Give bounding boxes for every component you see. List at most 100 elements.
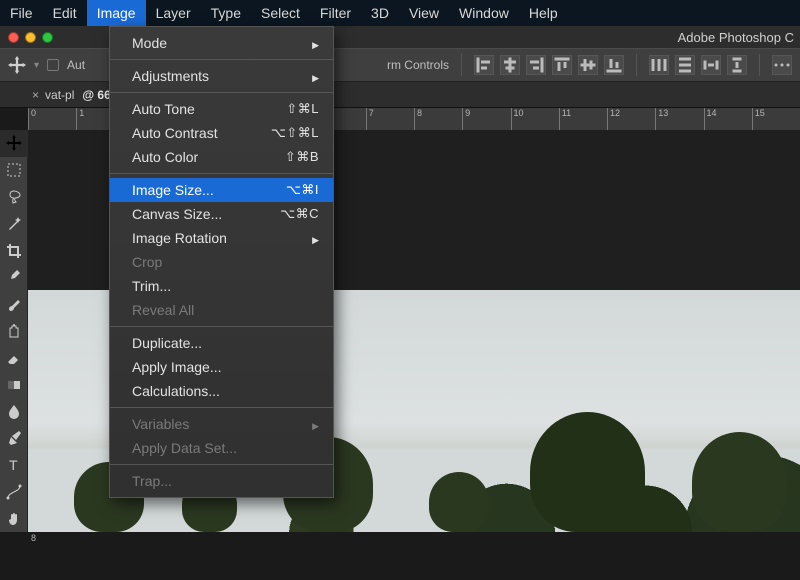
menuitem-label: Mode [132,35,167,51]
menu-separator [110,59,333,60]
menuitem-apply-data-set: Apply Data Set... [110,436,333,460]
svg-text:T: T [9,457,18,473]
menuitem-auto-color[interactable]: Auto Color⇧⌘B [110,145,333,169]
minimize-window-button[interactable] [25,32,36,43]
menu-separator [110,92,333,93]
menu-separator [110,326,333,327]
align-left-icon[interactable] [474,55,494,75]
menuitem-auto-tone[interactable]: Auto Tone⇧⌘L [110,97,333,121]
eyedropper-icon [6,269,22,285]
clone-tool[interactable] [0,318,28,345]
menuitem-shortcut: ⌥⌘I [286,182,319,198]
menuitem-shortcut: ⇧⌘B [285,149,319,165]
path-tool[interactable] [0,478,28,505]
document-tab-name[interactable]: vat-pl [45,88,74,102]
image-menu-dropdown: ModeAdjustmentsAuto Tone⇧⌘LAuto Contrast… [109,26,334,498]
brush-tool[interactable] [0,291,28,318]
menu-image[interactable]: Image [87,0,146,26]
submenu-arrow-icon [312,416,319,432]
move-tool[interactable] [0,130,28,157]
blur-tool[interactable] [0,398,28,425]
ruler-tick: 15 [752,108,800,130]
lasso-icon [6,189,22,205]
close-window-button[interactable] [8,32,19,43]
menuitem-image-rotation[interactable]: Image Rotation [110,226,333,250]
ruler-tick: 9 [462,108,510,130]
marquee-tool[interactable] [0,157,28,184]
app-title: Adobe Photoshop C [678,30,794,45]
menu-file[interactable]: File [0,0,43,26]
gradient-tool[interactable] [0,371,28,398]
menuitem-label: Reveal All [132,302,194,318]
menu-filter[interactable]: Filter [310,0,361,26]
menuitem-label: Canvas Size... [132,206,222,222]
distribute-v-icon[interactable] [675,55,695,75]
eyedropper-tool[interactable] [0,264,28,291]
align-bottom-icon[interactable] [604,55,624,75]
align-center-v-icon[interactable] [578,55,598,75]
distribute-controls [649,55,747,75]
auto-select-checkbox[interactable] [47,59,59,71]
zoom-window-button[interactable] [42,32,53,43]
menuitem-shortcut: ⌥⇧⌘L [271,125,319,141]
submenu-arrow-icon [312,35,319,51]
ruler-tick: 8 [414,108,462,130]
toolbox: T [0,130,28,532]
menuitem-trap: Trap... [110,469,333,493]
align-center-h-icon[interactable] [500,55,520,75]
submenu-arrow-icon [312,68,319,84]
menuitem-trim[interactable]: Trim... [110,274,333,298]
separator [759,54,760,76]
menuitem-mode[interactable]: Mode [110,31,333,55]
menu-view[interactable]: View [399,0,449,26]
menuitem-label: Auto Contrast [132,125,218,141]
move-tool-icon[interactable] [8,56,26,74]
transform-controls-label: rm Controls [387,58,449,72]
menu-edit[interactable]: Edit [43,0,87,26]
distribute-h-icon[interactable] [649,55,669,75]
menuitem-image-size[interactable]: Image Size...⌥⌘I [110,178,333,202]
menuitem-label: Auto Tone [132,101,195,117]
menuitem-duplicate[interactable]: Duplicate... [110,331,333,355]
hand-icon [6,511,22,527]
tool-preset-chevron-icon[interactable]: ▾ [34,60,39,71]
menu-help[interactable]: Help [519,0,568,26]
menuitem-auto-contrast[interactable]: Auto Contrast ⌥⇧⌘L [110,121,333,145]
menu-layer[interactable]: Layer [146,0,201,26]
align-right-icon[interactable] [526,55,546,75]
menu-select[interactable]: Select [251,0,310,26]
ruler-tick: 8 [28,530,50,580]
menu-separator [110,173,333,174]
menuitem-shortcut: ⌥⌘C [280,206,319,222]
close-tab-icon[interactable]: × [32,88,39,102]
eraser-icon [6,350,22,366]
brush-icon [6,296,22,312]
marquee-icon [6,162,22,178]
menuitem-calculations[interactable]: Calculations... [110,379,333,403]
window-controls [8,32,53,43]
clone-icon [6,323,22,339]
hand-tool[interactable] [0,505,28,532]
type-tool[interactable]: T [0,452,28,479]
crop-icon [6,243,22,259]
type-icon: T [6,457,22,473]
menuitem-adjustments[interactable]: Adjustments [110,64,333,88]
pen-tool[interactable] [0,425,28,452]
distribute-spacing-v-icon[interactable] [727,55,747,75]
lasso-tool[interactable] [0,184,28,211]
menuitem-apply-image[interactable]: Apply Image... [110,355,333,379]
menuitem-label: Calculations... [132,383,220,399]
align-top-icon[interactable] [552,55,572,75]
menu-separator [110,407,333,408]
wand-icon [6,216,22,232]
menuitem-canvas-size[interactable]: Canvas Size... ⌥⌘C [110,202,333,226]
ruler-tick: 12 [607,108,655,130]
more-options-icon[interactable] [772,55,792,75]
crop-tool[interactable] [0,237,28,264]
distribute-spacing-h-icon[interactable] [701,55,721,75]
menu-3d[interactable]: 3D [361,0,399,26]
menu-window[interactable]: Window [449,0,519,26]
eraser-tool[interactable] [0,344,28,371]
menu-type[interactable]: Type [201,0,251,26]
wand-tool[interactable] [0,210,28,237]
